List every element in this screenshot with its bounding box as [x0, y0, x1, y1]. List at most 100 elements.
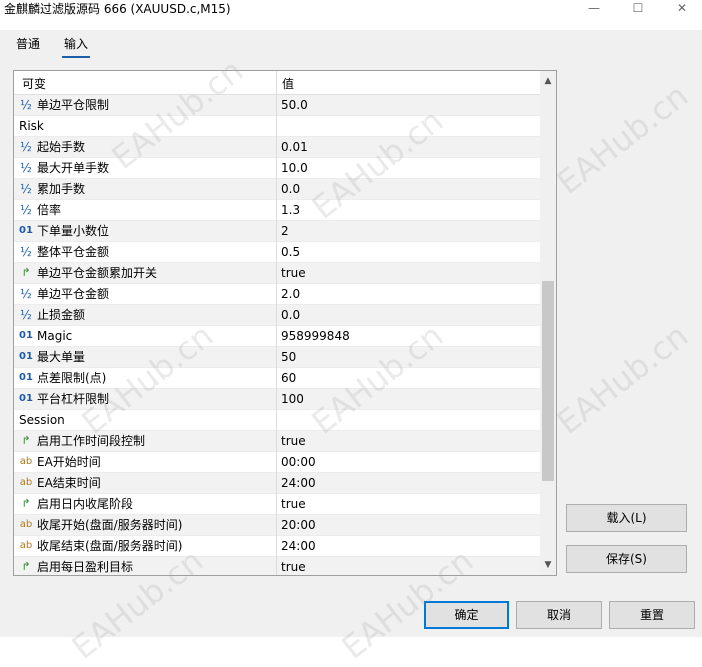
- group-row[interactable]: Session: [14, 410, 540, 431]
- cell-divider: [276, 431, 277, 452]
- input-value[interactable]: 24:00: [281, 476, 316, 491]
- input-value[interactable]: true: [281, 560, 306, 575]
- input-value[interactable]: 00:00: [281, 455, 316, 470]
- cell-divider: [276, 410, 277, 431]
- input-row[interactable]: ab 收尾开始(盘面/服务器时间) 20:00: [14, 515, 540, 536]
- scroll-up-icon[interactable]: ▲: [540, 73, 556, 89]
- input-row[interactable]: ½ 单边平仓金额 2.0: [14, 284, 540, 305]
- input-value[interactable]: 50.0: [281, 98, 308, 113]
- input-value[interactable]: 100: [281, 392, 304, 407]
- maximize-button[interactable]: ☐: [616, 0, 660, 18]
- input-value[interactable]: 10.0: [281, 161, 308, 176]
- input-name: 收尾结束(盘面/服务器时间): [37, 539, 183, 553]
- cell-divider: [276, 515, 277, 536]
- input-value[interactable]: 24:00: [281, 539, 316, 554]
- input-row[interactable]: 01 Magic 958999848: [14, 326, 540, 347]
- scrollbar-thumb[interactable]: [542, 281, 554, 481]
- bool-type-icon: ↱: [21, 560, 31, 573]
- input-row[interactable]: 01 平台杠杆限制 100: [14, 389, 540, 410]
- double-type-icon: ½: [20, 203, 32, 217]
- input-value[interactable]: 2.0: [281, 287, 300, 302]
- input-value[interactable]: 0.5: [281, 245, 300, 260]
- cancel-button[interactable]: 取消: [516, 601, 602, 629]
- cell-divider: [276, 158, 277, 179]
- input-value[interactable]: 0.0: [281, 182, 300, 197]
- group-label: Risk: [19, 119, 44, 133]
- string-type-icon: ab: [19, 540, 33, 551]
- input-value[interactable]: 60: [281, 371, 296, 386]
- input-value[interactable]: 50: [281, 350, 296, 365]
- input-value[interactable]: 20:00: [281, 518, 316, 533]
- close-button[interactable]: ✕: [660, 0, 702, 18]
- ok-button[interactable]: 确定: [424, 601, 509, 629]
- window-title: 金麒麟过滤版源码 666 (XAUUSD.c,M15): [4, 2, 231, 16]
- minimize-button[interactable]: —: [572, 0, 616, 18]
- input-row[interactable]: ab EA结束时间 24:00: [14, 473, 540, 494]
- input-name: 整体平仓金额: [37, 245, 110, 259]
- input-name: 累加手数: [37, 182, 86, 196]
- input-value[interactable]: true: [281, 497, 306, 512]
- double-type-icon: ½: [20, 161, 32, 175]
- cell-divider: [276, 305, 277, 326]
- input-name: 下单量小数位: [37, 224, 110, 238]
- input-name: 收尾开始(盘面/服务器时间): [37, 518, 183, 532]
- input-row[interactable]: ½ 起始手数 0.01: [14, 137, 540, 158]
- input-row[interactable]: ½ 累加手数 0.0: [14, 179, 540, 200]
- input-value[interactable]: 0.0: [281, 308, 300, 323]
- cell-divider: [276, 116, 277, 137]
- input-value[interactable]: 1.3: [281, 203, 300, 218]
- group-label: Session: [19, 413, 65, 427]
- group-row[interactable]: Risk: [14, 116, 540, 137]
- cell-divider: [276, 494, 277, 515]
- input-value[interactable]: true: [281, 434, 306, 449]
- bool-type-icon: ↱: [21, 497, 31, 510]
- input-row[interactable]: ↱ 启用日内收尾阶段 true: [14, 494, 540, 515]
- cell-divider: [276, 536, 277, 557]
- save-button[interactable]: 保存(S): [566, 545, 687, 573]
- input-row[interactable]: 01 下单量小数位 2: [14, 221, 540, 242]
- input-value[interactable]: 958999848: [281, 329, 350, 344]
- input-name: 最大单量: [37, 350, 86, 364]
- input-row[interactable]: ab 收尾结束(盘面/服务器时间) 24:00: [14, 536, 540, 557]
- input-name: 单边平仓金额: [37, 287, 110, 301]
- input-row[interactable]: ↱ 启用工作时间段控制 true: [14, 431, 540, 452]
- input-value[interactable]: 0.01: [281, 140, 308, 155]
- input-value[interactable]: 2: [281, 224, 289, 239]
- input-name: Magic: [37, 329, 73, 343]
- double-type-icon: ½: [20, 140, 32, 154]
- cell-divider: [276, 473, 277, 494]
- cell-divider: [276, 347, 277, 368]
- tab-general[interactable]: 普通: [14, 36, 42, 58]
- input-row[interactable]: ½ 最大开单手数 10.0: [14, 158, 540, 179]
- input-name: 启用日内收尾阶段: [37, 497, 134, 511]
- cell-divider: [276, 95, 277, 116]
- inputs-grid: 可变 值 ½ 单边平仓限制 50.0 Risk ½ 起始手数 0.01 ½ 最大开单手数 10.0…: [13, 70, 557, 576]
- input-row[interactable]: ½ 倍率 1.3: [14, 200, 540, 221]
- scroll-down-icon[interactable]: ▼: [540, 557, 556, 573]
- column-header-value[interactable]: 值: [282, 75, 294, 92]
- cell-divider: [276, 242, 277, 263]
- double-type-icon: ½: [20, 98, 32, 112]
- tab-inputs[interactable]: 输入: [62, 36, 91, 58]
- cell-divider: [276, 368, 277, 389]
- vertical-scrollbar[interactable]: ▲ ▼: [540, 71, 556, 575]
- input-row[interactable]: ½ 止损金额 0.0: [14, 305, 540, 326]
- column-divider[interactable]: [276, 71, 277, 94]
- reset-button[interactable]: 重置: [609, 601, 695, 629]
- input-value[interactable]: true: [281, 266, 306, 281]
- string-type-icon: ab: [19, 519, 33, 530]
- tab-bar: 普通 输入: [0, 30, 702, 62]
- input-row[interactable]: ½ 整体平仓金额 0.5: [14, 242, 540, 263]
- column-header-name[interactable]: 可变: [22, 75, 46, 92]
- input-row[interactable]: 01 最大单量 50: [14, 347, 540, 368]
- load-button[interactable]: 载入(L): [566, 504, 687, 532]
- cell-divider: [276, 221, 277, 242]
- input-row[interactable]: ↱ 单边平仓金额累加开关 true: [14, 263, 540, 284]
- input-row[interactable]: ab EA开始时间 00:00: [14, 452, 540, 473]
- cell-divider: [276, 452, 277, 473]
- input-name: 最大开单手数: [37, 161, 110, 175]
- input-row[interactable]: ½ 单边平仓限制 50.0: [14, 95, 540, 116]
- input-row[interactable]: 01 点差限制(点) 60: [14, 368, 540, 389]
- input-name: 止损金额: [37, 308, 86, 322]
- input-row[interactable]: ↱ 启用每日盈利目标 true: [14, 557, 540, 575]
